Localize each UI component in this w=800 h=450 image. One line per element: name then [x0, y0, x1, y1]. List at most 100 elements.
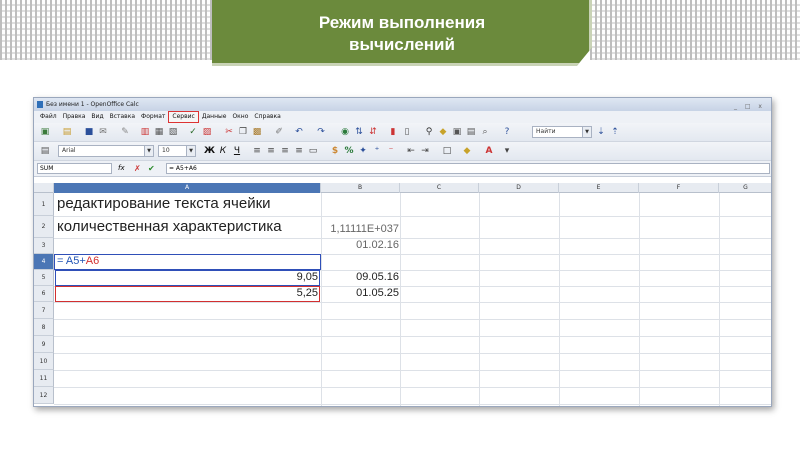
- cell-a2[interactable]: количественная характеристика: [57, 217, 282, 236]
- delete-decimal-icon[interactable]: ⁻: [386, 146, 396, 156]
- styles-icon[interactable]: ▤: [40, 146, 50, 156]
- cell-b6[interactable]: 01.05.25: [321, 287, 399, 299]
- column-header-c[interactable]: C: [400, 183, 479, 193]
- cell-b3[interactable]: 01.02.16: [321, 239, 399, 251]
- row-header-4[interactable]: 4: [34, 254, 54, 270]
- row-header-5[interactable]: 5: [34, 270, 54, 286]
- underline-button[interactable]: Ч: [232, 146, 242, 156]
- row-header-8[interactable]: 8: [34, 319, 54, 336]
- decrease-indent-icon[interactable]: ⇤: [406, 146, 416, 156]
- menu-format[interactable]: Формат: [138, 111, 168, 123]
- row-header-2[interactable]: 2: [34, 216, 54, 238]
- currency-format-icon[interactable]: $: [330, 146, 340, 156]
- find-previous-icon[interactable]: ⇡: [610, 127, 620, 137]
- window-controls[interactable]: _ □ x: [734, 100, 765, 113]
- insert-chart-icon[interactable]: ▮: [388, 127, 398, 137]
- window-titlebar[interactable]: Без имени 1 - OpenOffice Calc _ □ x: [34, 98, 771, 111]
- row-header-9[interactable]: 9: [34, 336, 54, 353]
- menu-help[interactable]: Справка: [251, 111, 283, 123]
- font-name-select[interactable]: Arial ▼: [58, 145, 154, 157]
- chevron-down-icon[interactable]: ▼: [582, 127, 591, 137]
- row-header-6[interactable]: 6: [34, 286, 54, 302]
- cut-icon[interactable]: ✂: [224, 127, 234, 137]
- spellcheck-icon[interactable]: ✓: [188, 127, 198, 137]
- row-header-3[interactable]: 3: [34, 238, 54, 254]
- merge-cells-icon[interactable]: ▭: [308, 146, 318, 156]
- formula-input[interactable]: = A5+A6: [166, 163, 770, 174]
- print-icon[interactable]: ▦: [154, 127, 164, 137]
- column-header-b[interactable]: B: [321, 183, 400, 193]
- row-header-11[interactable]: 11: [34, 370, 54, 387]
- cell-a1[interactable]: редактирование текста ячейки: [57, 194, 271, 213]
- number-format-icon[interactable]: ✦: [358, 146, 368, 156]
- column-header-f[interactable]: F: [639, 183, 719, 193]
- align-right-icon[interactable]: ≡: [280, 146, 290, 156]
- italic-button[interactable]: К: [218, 146, 228, 156]
- gallery-icon[interactable]: ▣: [452, 127, 462, 137]
- menu-view[interactable]: Вид: [88, 111, 106, 123]
- zoom-icon[interactable]: ⌕: [480, 127, 490, 137]
- menu-edit[interactable]: Правка: [60, 111, 89, 123]
- copy-icon[interactable]: ❐: [238, 127, 248, 137]
- font-size-select[interactable]: 10 ▼: [158, 145, 196, 157]
- add-decimal-icon[interactable]: ⁺: [372, 146, 382, 156]
- align-center-icon[interactable]: ≡: [266, 146, 276, 156]
- menu-insert[interactable]: Вставка: [107, 111, 138, 123]
- find-next-icon[interactable]: ⇣: [596, 127, 606, 137]
- paste-icon[interactable]: ▩: [252, 127, 262, 137]
- save-icon[interactable]: ■: [84, 127, 94, 137]
- justify-icon[interactable]: ≡: [294, 146, 304, 156]
- print-preview-icon[interactable]: ▧: [168, 127, 178, 137]
- export-pdf-icon[interactable]: ▥: [140, 127, 150, 137]
- undo-icon[interactable]: ↶: [294, 127, 304, 137]
- spreadsheet-grid[interactable]: A B C D E F G 1 2 3 4 5 6 7 8 9 10 11 12: [34, 183, 771, 406]
- autospell-icon[interactable]: ▨: [202, 127, 212, 137]
- bold-button[interactable]: Ж: [204, 146, 215, 156]
- name-box[interactable]: SUM: [37, 163, 112, 174]
- clone-formatting-icon[interactable]: ✐: [274, 127, 284, 137]
- navigator-icon[interactable]: ◆: [438, 127, 448, 137]
- email-icon[interactable]: ✉: [98, 127, 108, 137]
- help-icon[interactable]: ?: [502, 127, 512, 137]
- column-header-g[interactable]: G: [719, 183, 771, 193]
- open-folder-icon[interactable]: ▤: [62, 127, 72, 137]
- sort-ascending-icon[interactable]: ⇅: [354, 127, 364, 137]
- chevron-down-icon[interactable]: ▼: [144, 146, 153, 156]
- font-color-icon[interactable]: A: [484, 146, 494, 156]
- increase-indent-icon[interactable]: ⇥: [420, 146, 430, 156]
- chevron-down-icon[interactable]: ▼: [186, 146, 195, 156]
- pivot-table-icon[interactable]: ▯: [402, 127, 412, 137]
- find-input[interactable]: Найти ▼: [532, 126, 592, 138]
- menu-window[interactable]: Окно: [229, 111, 251, 123]
- align-left-icon[interactable]: ≡: [252, 146, 262, 156]
- menu-data[interactable]: Данные: [199, 111, 230, 123]
- borders-icon[interactable]: □: [442, 146, 452, 156]
- hyperlink-icon[interactable]: ◉: [340, 127, 350, 137]
- percent-format-icon[interactable]: %: [344, 146, 354, 156]
- accept-icon[interactable]: ✔: [148, 163, 155, 174]
- row-header-10[interactable]: 10: [34, 353, 54, 370]
- menu-tools[interactable]: Сервис: [168, 111, 199, 123]
- cancel-icon[interactable]: ✗: [134, 163, 141, 174]
- background-color-icon[interactable]: ◆: [462, 146, 472, 156]
- function-wizard-icon[interactable]: fx: [118, 163, 125, 174]
- data-sources-icon[interactable]: ▤: [466, 127, 476, 137]
- edit-file-icon[interactable]: ✎: [120, 127, 130, 137]
- select-all-corner[interactable]: [34, 183, 54, 193]
- find-replace-icon[interactable]: ⚲: [424, 127, 434, 137]
- redo-icon[interactable]: ↷: [316, 127, 326, 137]
- menu-file[interactable]: Файл: [37, 111, 60, 123]
- toolbar-options-icon[interactable]: ▾: [502, 146, 512, 156]
- row-header-12[interactable]: 12: [34, 387, 54, 404]
- cell-a5[interactable]: 9,05: [54, 271, 320, 283]
- row-header-7[interactable]: 7: [34, 302, 54, 319]
- row-header-1[interactable]: 1: [34, 193, 54, 216]
- cell-a6[interactable]: 5,25: [54, 287, 320, 299]
- column-header-e[interactable]: E: [559, 183, 639, 193]
- column-header-d[interactable]: D: [479, 183, 559, 193]
- column-header-a[interactable]: A: [54, 183, 321, 193]
- cell-b5[interactable]: 09.05.16: [321, 271, 399, 283]
- cell-a4[interactable]: = A5+A6: [57, 255, 99, 268]
- cell-b2[interactable]: 1,11111E+037: [321, 223, 399, 235]
- sort-descending-icon[interactable]: ⇵: [368, 127, 378, 137]
